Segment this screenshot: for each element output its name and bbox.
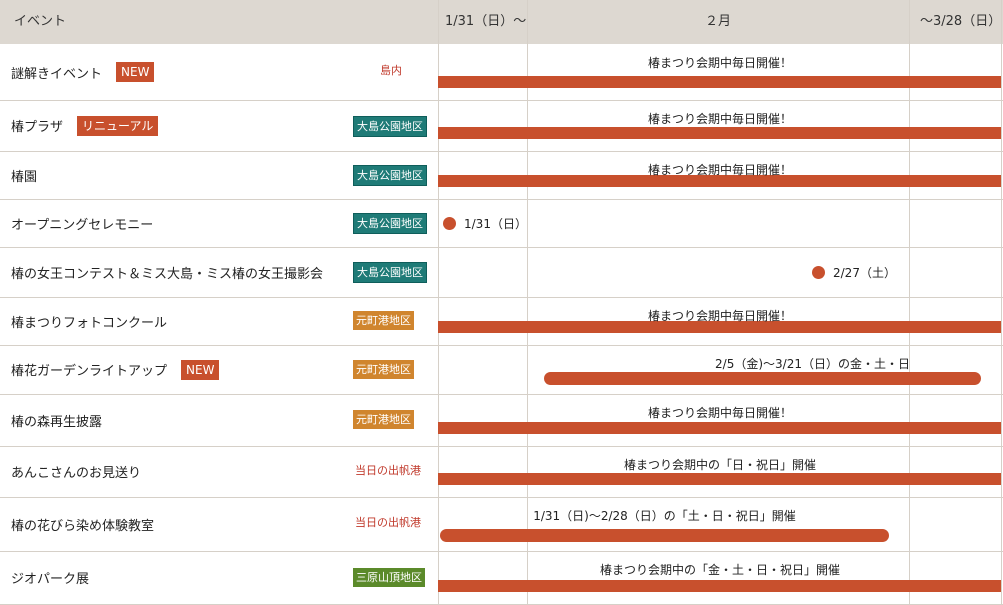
area-tag: 当日の出帆港 — [355, 463, 421, 477]
column-divider — [527, 0, 528, 604]
event-name-text: 椿の花びら染め体験教室 — [11, 518, 155, 534]
event-badge: NEW — [181, 359, 220, 380]
event-name: 椿の花びら染め体験教室 — [11, 512, 154, 536]
column-divider — [438, 0, 439, 604]
event-name-text: ジオパーク展 — [11, 572, 90, 587]
event-name: あんこさんのお見送り — [11, 460, 141, 484]
row-divider — [0, 345, 1003, 346]
row-divider — [0, 297, 1003, 298]
event-name: 椿の女王コンテスト＆ミス大島・ミス椿の女王撮影会 — [11, 260, 323, 284]
schedule-label: 椿まつり会期中毎日開催！ — [647, 309, 793, 323]
schedule-label: 2/5（金)〜3/21（日）の金・土・日 — [715, 357, 910, 371]
header-february-column: ２月 — [705, 14, 732, 29]
schedule-bar — [544, 372, 981, 385]
schedule-bar — [438, 422, 1001, 434]
event-name-text: 椿の女王コンテスト＆ミス大島・ミス椿の女王撮影会 — [11, 266, 324, 282]
schedule-bar — [438, 580, 1001, 592]
row-divider — [0, 100, 1003, 101]
row-divider — [0, 151, 1003, 152]
area-tag: 島内 — [380, 64, 402, 77]
header-start-column: 1/31（日）〜 — [445, 14, 527, 29]
event-badge: NEW — [116, 62, 155, 82]
event-name-text: 謎解きイベント — [11, 66, 103, 82]
schedule-label: 椿まつり会期中の「金・土・日・祝日」開催 — [599, 563, 841, 577]
schedule-bar — [440, 529, 889, 542]
event-name: オープニングセレモニー — [11, 211, 153, 235]
event-name-text: あんこさんのお見送り — [11, 466, 142, 481]
event-name: 椿の森再生披露 — [11, 408, 102, 432]
schedule-label: 椿まつり会期中毎日開催！ — [647, 56, 793, 70]
event-name-text: 椿まつりフォトコンクール — [11, 315, 168, 331]
area-tag: 大島公園地区 — [353, 115, 427, 137]
column-divider — [1001, 0, 1002, 604]
schedule-bar — [438, 76, 1001, 88]
date-marker — [812, 266, 825, 279]
event-badge: リニューアル — [77, 115, 159, 136]
area-tag: 元町港地区 — [353, 359, 414, 379]
area-tag: 元町港地区 — [353, 410, 414, 429]
area-tag: 大島公園地区 — [353, 213, 427, 234]
row-divider — [0, 551, 1003, 552]
event-name: 椿まつりフォトコンクール — [11, 309, 167, 333]
row-divider — [0, 497, 1003, 498]
row-divider — [0, 446, 1003, 447]
area-tag: 当日の出帆港 — [355, 516, 421, 529]
area-tag: 三原山頂地区 — [353, 567, 425, 587]
event-name-text: 椿プラザ — [11, 120, 64, 135]
row-divider — [0, 199, 1003, 200]
area-tag: 元町港地区 — [353, 311, 414, 330]
date-label: 2/27（土） — [833, 266, 896, 280]
schedule-bar — [438, 127, 1001, 139]
area-tag: 大島公園地区 — [353, 262, 427, 283]
header-event-column: イベント — [14, 14, 67, 29]
event-name-text: 椿の森再生披露 — [11, 414, 103, 430]
date-marker — [443, 217, 456, 230]
row-divider — [0, 394, 1003, 395]
header-end-column: 〜3/28（日） — [920, 14, 1002, 29]
area-tag: 大島公園地区 — [353, 165, 427, 186]
event-name: 椿花ガーデンライトアップ NEW — [11, 358, 220, 382]
schedule-label: 椿まつり会期中の「日・祝日」開催 — [623, 458, 817, 472]
row-divider — [0, 247, 1003, 248]
event-name-text: オープニングセレモニー — [11, 217, 154, 233]
column-divider — [909, 0, 910, 604]
schedule-bar — [438, 473, 1001, 485]
schedule-label: 椿まつり会期中毎日開催！ — [647, 406, 793, 420]
schedule-label: 椿まつり会期中毎日開催！ — [647, 163, 793, 177]
date-label: 1/31（日） — [464, 217, 527, 231]
schedule-label: 椿まつり会期中毎日開催！ — [647, 112, 793, 126]
event-name-text: 椿園 — [11, 169, 38, 185]
event-name-text: 椿花ガーデンライトアップ — [11, 364, 168, 379]
event-name: 椿園 — [11, 163, 37, 187]
event-name: ジオパーク展 — [11, 566, 89, 590]
event-name: 謎解きイベント NEW — [11, 60, 155, 84]
event-name: 椿プラザ リニューアル — [11, 114, 159, 138]
schedule-label: 1/31（日)〜2/28（日）の「土・日・祝日」開催 — [533, 509, 796, 523]
